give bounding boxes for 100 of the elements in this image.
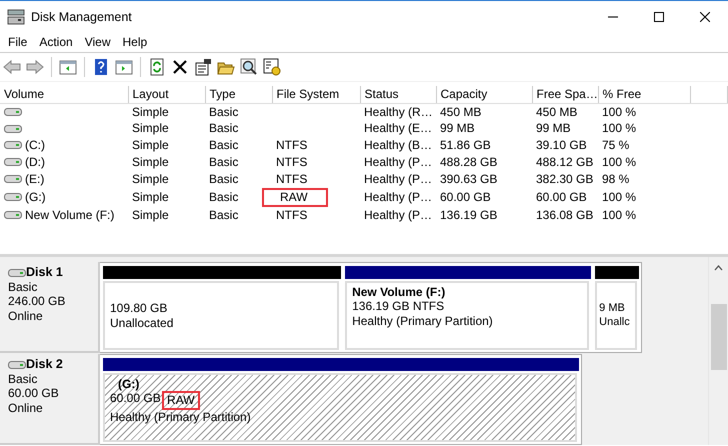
back-arrow-icon [3,58,21,76]
table-cell: 488.12 GB [536,155,594,170]
table-cell: 450 MB [440,104,482,119]
console-tree-button[interactable] [59,58,77,76]
table-cell: Basic [209,172,238,186]
properties-icon [194,58,212,76]
disk-size: 246.00 GB [8,294,66,309]
menu-item[interactable]: Help [116,35,154,50]
drive-icon [4,210,22,220]
disk-type: Basic [8,372,38,386]
table-cell: 450 MB [536,104,578,119]
refresh-icon [148,58,166,76]
delete-icon [171,58,189,76]
disk-label-panel[interactable]: Disk 2 Basic 60.00 GB Online [0,354,100,445]
table-cell: 100 % [602,208,636,222]
table-cell: 382.30 GB [536,172,594,186]
table-cell: Simple [132,190,169,204]
disk-management-icon [7,9,25,25]
maximize-icon [654,12,664,22]
vertical-scrollbar[interactable] [708,257,728,445]
partition-size: 9 MB [599,302,626,316]
partition-name: (G:) [117,377,140,392]
table-cell: 98 % [602,172,630,186]
table-cell: Simple [132,104,169,119]
magnifier-button[interactable] [240,58,258,76]
drive-icon [4,106,22,117]
table-cell: 100 % [602,190,636,204]
table-cell: Simple [132,121,169,136]
unallocated-bar [595,266,639,279]
disk-type: Basic [8,280,38,294]
delete-button[interactable] [171,58,189,76]
table-cell: Basic [209,104,238,119]
table-cell: RAW [262,188,328,207]
partition-status: Unallocated [110,316,174,330]
table-cell: Simple [132,208,169,222]
table-cell[interactable]: (E:) [25,172,44,187]
forward-arrow-icon [26,58,44,76]
table-cell: 100 % [602,155,636,170]
partition-size: 109.80 GB [110,301,168,316]
table-cell: Basic [209,190,238,204]
table-cell: 136.19 GB [440,208,498,222]
action-pane-icon [115,58,133,76]
table-cell: Basic [209,121,238,136]
disk-name: Disk 1 [26,265,63,280]
disk-name: Disk 2 [26,357,63,372]
table-cell: 99 MB [440,121,475,136]
window-title: Disk Management [31,10,132,24]
column-header[interactable]: Status [360,86,436,103]
table-cell: Basic [209,138,238,152]
column-header[interactable]: Capacity [436,86,532,103]
partition-status: Unallc [599,316,631,329]
partition-block[interactable]: (G:) 60.00 GB RAW Healthy (Primary Partition) [103,373,577,442]
partition-block[interactable]: 109.80 GB Unallocated [103,281,340,350]
refresh-button[interactable] [148,58,166,76]
table-cell: Basic [209,208,238,222]
column-header[interactable]: File System [272,86,360,103]
help-button[interactable] [92,58,110,76]
table-cell: NTFS [276,155,308,170]
partition-block[interactable]: 9 MB Unallc [595,281,637,350]
drive-icon [4,174,22,184]
table-cell[interactable]: New Volume (F:) [25,208,114,223]
table-cell: 51.86 GB [440,138,491,152]
partition-block[interactable]: New Volume (F:) 136.19 GB NTFS Healthy (Primary Partition) [345,281,590,350]
drive-icon [8,268,26,278]
scroll-up-icon[interactable] [714,265,723,271]
table-cell: 75 % [602,138,630,152]
scrollbar-thumb[interactable] [710,304,726,370]
partition-file-system: RAW [162,391,200,410]
partition-size: 60.00 GB [110,391,162,408]
settings-button[interactable] [263,58,281,76]
column-header[interactable]: Layout [128,86,205,103]
table-cell[interactable]: (G:) [25,190,46,205]
drive-icon [4,157,22,168]
disk-size: 60.00 GB [8,386,60,401]
menu-item[interactable]: Action [33,35,79,50]
table-cell[interactable]: (C:) [25,138,45,153]
menu-item[interactable]: View [78,35,116,50]
column-header[interactable]: % Free [598,86,690,103]
drive-icon [4,140,22,150]
table-cell: 39.10 GB [536,138,587,152]
drive-icon [8,360,26,370]
partition-status: Healthy (Primary Partition) [352,314,494,328]
table-cell[interactable]: (D:) [25,155,45,170]
table-cell: 390.63 GB [440,172,498,186]
properties-button[interactable] [194,58,212,76]
menu-item[interactable]: File [2,35,34,50]
column-header[interactable]: Type [205,86,272,103]
disk-label-panel[interactable]: Disk 1 Basic 246.00 GB Online [0,262,100,353]
action-pane-button[interactable] [115,58,133,76]
table-cell: 488.28 GB [440,155,498,170]
column-header[interactable]: Volume [0,86,128,103]
table-cell: 60.00 GB [440,190,491,204]
table-cell: 100 % [602,104,636,119]
partition-file-system: NTFS [412,299,444,314]
console-tree-icon [59,58,77,76]
table-cell: 136.08 GB [536,208,594,222]
table-cell: Simple [132,138,169,152]
table-cell: Healthy (R… [364,104,433,119]
column-header[interactable]: Free Spa… [532,86,598,103]
magnifier-icon [240,58,258,76]
